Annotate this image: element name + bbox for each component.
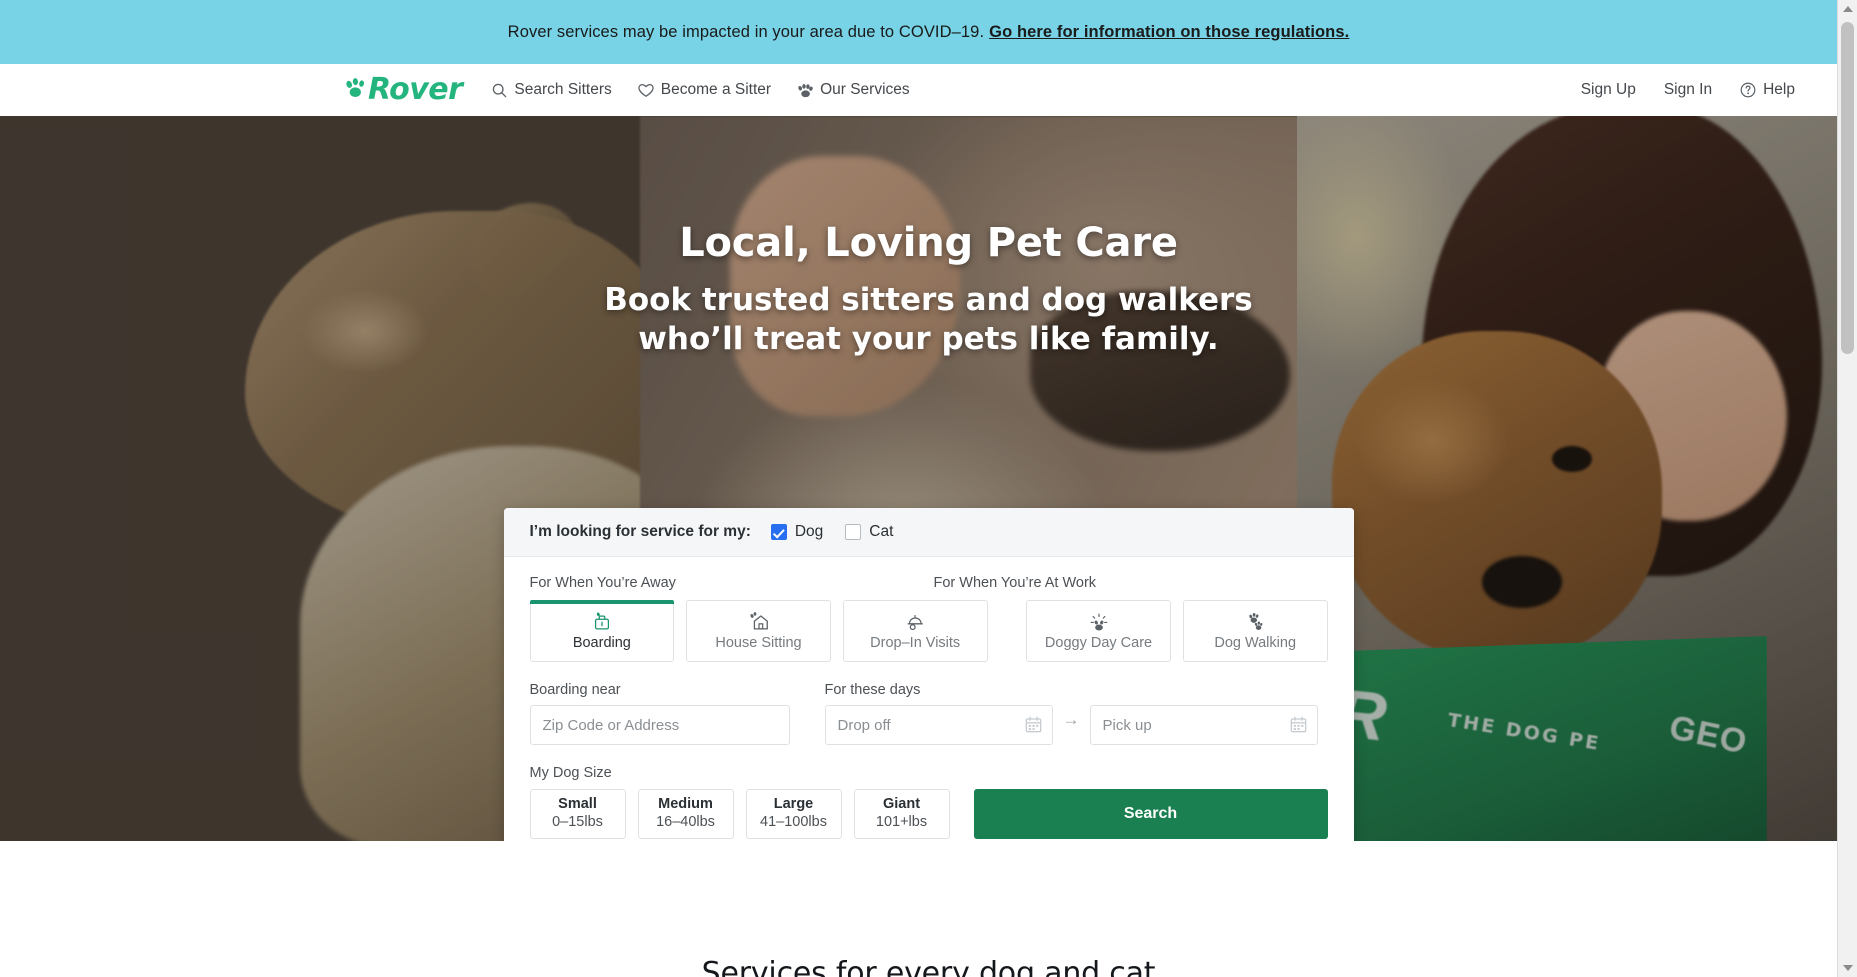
pet-type-selector: I’m looking for service for my: Dog Cat xyxy=(503,508,1354,557)
service-tab-drop-in-visits[interactable]: Drop–In Visits xyxy=(842,600,988,662)
question-circle-icon xyxy=(1740,82,1756,98)
dog-size-large[interactable]: Large 41–100lbs xyxy=(745,789,842,839)
covid-banner-text: Rover services may be impacted in your a… xyxy=(507,22,985,41)
service-tab-house-sitting[interactable]: House Sitting xyxy=(686,600,831,662)
pet-type-label: I’m looking for service for my: xyxy=(529,523,751,540)
heart-icon xyxy=(638,83,654,98)
service-tab-doggy-day-care[interactable]: Doggy Day Care xyxy=(1026,600,1171,662)
scrollbar-down-arrow[interactable] xyxy=(1838,959,1857,977)
service-tab-doggy-day-care-label: Doggy Day Care xyxy=(1044,635,1153,652)
dog-size-giant[interactable]: Giant 101+lbs xyxy=(853,789,950,839)
hero-subtitle-line-1: Book trusted sitters and dog walkers xyxy=(604,282,1253,318)
nav-become-a-sitter-label: Become a Sitter xyxy=(660,81,772,98)
location-input[interactable] xyxy=(529,705,790,745)
nav-search-sitters-label: Search Sitters xyxy=(514,81,612,98)
nav-sign-up[interactable]: Sign Up xyxy=(1581,81,1636,99)
dog-size-small-range: 0–15lbs xyxy=(552,814,603,830)
dog-size-large-range: 41–100lbs xyxy=(760,814,827,830)
nav-sign-up-label: Sign Up xyxy=(1580,81,1636,98)
search-card: I’m looking for service for my: Dog Cat … xyxy=(503,508,1354,841)
nav-our-services[interactable]: Our Services xyxy=(797,81,910,99)
dates-field-group: For these days Drop off → Pick up xyxy=(824,682,1318,745)
group-label-away: For When You’re Away xyxy=(529,575,676,591)
services-section-title: Services for every dog and cat xyxy=(701,956,1156,977)
dog-checkbox-box[interactable] xyxy=(770,524,787,540)
secondary-nav: Sign Up Sign In Help xyxy=(1553,81,1795,99)
pet-checkbox-cat[interactable]: Cat xyxy=(845,523,893,541)
paw-steps-icon xyxy=(1244,611,1266,633)
search-button[interactable]: Search xyxy=(973,789,1328,839)
nav-help[interactable]: Help xyxy=(1740,81,1795,99)
pickup-wrapper xyxy=(1089,705,1318,745)
hero-subtitle: Book trusted sitters and dog walkers who… xyxy=(604,281,1253,360)
service-tab-house-sitting-label: House Sitting xyxy=(715,635,802,652)
cat-checkbox-box[interactable] xyxy=(845,524,862,540)
pickup-date-input[interactable] xyxy=(1089,705,1318,745)
hero-title: Local, Loving Pet Care xyxy=(679,220,1178,266)
sun-paw-icon xyxy=(1088,611,1110,633)
location-field-group: Boarding near xyxy=(529,682,790,745)
nav-become-a-sitter[interactable]: Become a Sitter xyxy=(638,81,771,99)
covid-banner: Rover services may be impacted in your a… xyxy=(0,0,1857,64)
rover-logo-text: Rover xyxy=(368,72,463,107)
hero-subtitle-line-2: who’ll treat your pets like family. xyxy=(638,321,1219,358)
dog-size-medium-name: Medium xyxy=(658,796,713,813)
pet-checkbox-dog[interactable]: Dog xyxy=(770,523,824,541)
nav-sign-in[interactable]: Sign In xyxy=(1664,81,1712,99)
dog-size-giant-name: Giant xyxy=(882,796,921,813)
nav-our-services-label: Our Services xyxy=(820,81,910,98)
paw-print-icon xyxy=(345,78,367,98)
service-tab-boarding-label: Boarding xyxy=(572,635,631,652)
service-tab-dog-walking[interactable]: Dog Walking xyxy=(1182,600,1328,662)
pet-checkbox-dog-label: Dog xyxy=(794,523,824,540)
dog-size-small[interactable]: Small 0–15lbs xyxy=(529,789,626,839)
nav-search-sitters[interactable]: Search Sitters xyxy=(492,81,612,99)
search-card-body: For When You’re Away For When You’re At … xyxy=(504,557,1354,841)
service-tabs: Boarding House Sitting Drop–In Visits Do… xyxy=(529,600,1328,662)
scrollbar-thumb[interactable] xyxy=(1841,22,1854,354)
dropoff-date-input[interactable] xyxy=(824,705,1053,745)
primary-nav: Rover Search Sitters Become a Sitter Our… xyxy=(345,75,936,105)
service-tab-boarding[interactable]: Boarding xyxy=(529,600,675,662)
dog-size-medium-range: 16–40lbs xyxy=(656,814,715,830)
page-scrollbar[interactable] xyxy=(1837,0,1857,977)
dog-size-medium[interactable]: Medium 16–40lbs xyxy=(637,789,734,839)
service-tab-drop-in-visits-label: Drop–In Visits xyxy=(870,635,961,652)
house-icon xyxy=(748,611,770,633)
doorbell-icon xyxy=(904,611,926,633)
services-section: Services for every dog and cat xyxy=(0,841,1857,977)
covid-banner-link[interactable]: Go here for information on those regulat… xyxy=(989,23,1349,42)
dog-size-large-name: Large xyxy=(773,796,814,813)
dropoff-wrapper xyxy=(824,705,1053,745)
location-field-label: Boarding near xyxy=(529,682,621,698)
service-group-divider xyxy=(1000,600,1015,662)
suitcase-icon xyxy=(591,611,613,633)
dog-size-label: My Dog Size xyxy=(529,765,612,781)
dog-size-row: Small 0–15lbs Medium 16–40lbs Large 41–1… xyxy=(529,789,1328,839)
nav-sign-in-label: Sign In xyxy=(1663,81,1713,98)
dog-size-giant-range: 101+lbs xyxy=(875,814,928,830)
search-icon xyxy=(492,83,507,98)
hero-section: R THE DOG PE GEO Local, Loving Pet Care … xyxy=(0,116,1857,841)
dog-size-small-name: Small xyxy=(558,796,597,813)
paw-icon xyxy=(797,83,813,98)
rover-logo[interactable]: Rover xyxy=(345,72,463,107)
pet-checkbox-cat-label: Cat xyxy=(869,523,894,540)
scrollbar-up-arrow[interactable] xyxy=(1838,0,1857,18)
date-range-arrow: → xyxy=(1062,710,1080,729)
group-label-work: For When You’re At Work xyxy=(933,575,1097,591)
nav-help-label: Help xyxy=(1763,81,1795,98)
site-header: Rover Search Sitters Become a Sitter Our… xyxy=(0,64,1857,116)
search-fields-row: Boarding near For these days xyxy=(529,682,1328,745)
service-tab-dog-walking-label: Dog Walking xyxy=(1214,635,1297,652)
dates-field-label: For these days xyxy=(824,682,921,698)
service-group-labels: For When You’re Away For When You’re At … xyxy=(530,575,1328,591)
